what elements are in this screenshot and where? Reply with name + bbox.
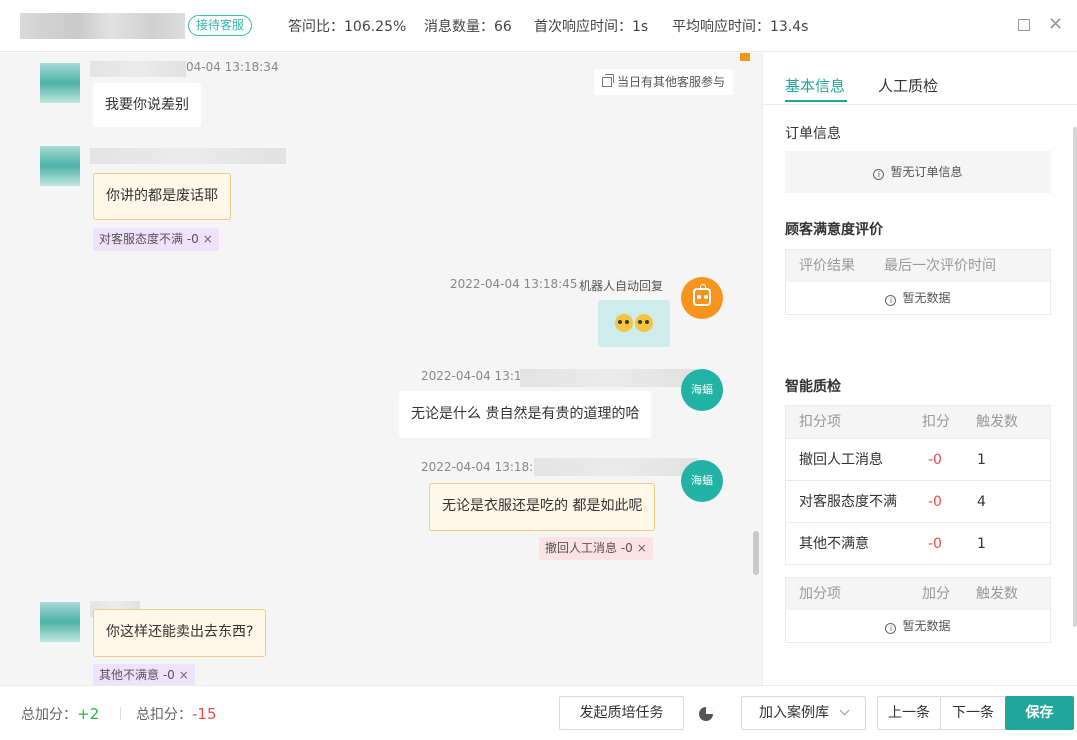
info-icon: i (885, 623, 897, 634)
close-icon[interactable]: ✕ (1048, 14, 1063, 35)
next-button[interactable]: 下一条 (940, 696, 1006, 730)
satisfaction-empty: i 暂无数据 (786, 282, 1050, 314)
copy-icon (602, 74, 614, 87)
answer-ratio: 答问比：106.25% (288, 19, 407, 35)
avg-response-time: 平均响应时间：13.4s (672, 19, 809, 35)
message-bubble: 你这样还能卖出去东西? (93, 609, 267, 657)
sender-label: 机器人自动回复 (579, 279, 664, 293)
customer-avatar (40, 146, 80, 186)
prev-button[interactable]: 上一条 (877, 696, 941, 730)
maximize-icon[interactable] (1018, 19, 1030, 31)
message-count: 消息数量：66 (424, 19, 512, 35)
message-time: 04-04 13:18:34 (186, 60, 279, 74)
other-agents-notice[interactable]: 当日有其他客服参与 (594, 69, 734, 95)
remove-tag-icon[interactable]: × (203, 232, 213, 246)
tab-basic-info[interactable]: 基本信息 (785, 75, 845, 96)
total-deduct: 总扣分：-15 (136, 705, 217, 723)
deduct-table: 扣分项 扣分 触发数 撤回人工消息 -0 1 对客服态度不满 -0 4 其他不满… (785, 405, 1051, 565)
customer-name-redacted (90, 61, 186, 77)
table-row: 其他不满意 -0 1 (786, 522, 1050, 564)
total-add: 总加分：+2 (21, 705, 100, 723)
table-header: 扣分项 扣分 触发数 (786, 406, 1050, 438)
info-icon: i (873, 169, 885, 180)
info-icon: i (885, 295, 897, 306)
table-row: 对客服态度不满 -0 4 (786, 480, 1050, 522)
chat-area: 当日有其他客服参与 04-04 13:18:34 我要你说差别 你讲的都是废话耶… (0, 53, 762, 685)
violation-tag: 其他不满意 -0 × (93, 664, 195, 685)
smart-qc-title: 智能质检 (785, 379, 841, 395)
add-table: 加分项 加分 触发数 i 暂无数据 (785, 577, 1051, 643)
customer-name-redacted (90, 148, 286, 164)
bot-avatar (681, 277, 723, 319)
remove-tag-icon[interactable]: × (179, 668, 189, 682)
divider (763, 104, 1077, 105)
message-bubble: 无论是衣服还是吃的 都是如此呢 (429, 483, 656, 531)
customer-avatar (40, 602, 80, 642)
add-to-case-library-button[interactable]: 加入案例库 (741, 696, 866, 730)
role-tag: 接待客服 (188, 15, 253, 36)
divider (120, 707, 121, 720)
violation-tag: 对客服态度不满 -0 × (93, 228, 219, 251)
order-info-title: 订单信息 (785, 126, 841, 142)
table-row: 撤回人工消息 -0 1 (786, 438, 1050, 480)
chat-scrollbar[interactable] (753, 531, 759, 575)
panel-scrollbar[interactable] (1073, 127, 1077, 627)
agent-avatar: 海蝠 (681, 369, 723, 411)
corner-marker (740, 53, 750, 61)
add-empty: i 暂无数据 (786, 610, 1050, 642)
agent-avatar: 海蝠 (681, 460, 723, 502)
active-tab-indicator (785, 100, 847, 102)
agent-name-redacted (520, 369, 696, 387)
emoji-icon (635, 314, 653, 332)
footer: 总加分：+2 总扣分：-15 发起质培任务 加入案例库 上一条 下一条 保存 (0, 685, 1077, 740)
tab-manual-qc[interactable]: 人工质检 (878, 75, 938, 96)
start-training-button[interactable]: 发起质培任务 (559, 696, 684, 730)
agent-name-redacted (20, 13, 185, 39)
message-time: 2022-04-04 13:18:5 (421, 460, 541, 474)
chevron-down-icon (839, 705, 850, 716)
header: 接待客服 答问比：106.25% 消息数量：66 首次响应时间：1s 平均响应时… (0, 0, 1077, 52)
message-bubble: 无论是什么 贵自然是有贵的道理的哈 (399, 391, 652, 438)
order-empty: i 暂无订单信息 (785, 151, 1051, 193)
message-time: 2022-04-04 13:1 (421, 369, 522, 383)
pie-chart-icon[interactable] (699, 707, 713, 721)
message-bubble: 你讲的都是废话耶 (93, 173, 231, 220)
message-bubble: 我要你说差别 (93, 83, 201, 127)
violation-tag: 撤回人工消息 -0 × (539, 537, 653, 560)
satisfaction-title: 顾客满意度评价 (785, 222, 883, 238)
save-button[interactable]: 保存 (1005, 696, 1074, 730)
robot-icon (693, 284, 711, 306)
message-time: 2022-04-04 13:18:45 (450, 277, 578, 291)
table-header: 评价结果 最后一次评价时间 (786, 250, 1050, 282)
table-header: 加分项 加分 触发数 (786, 578, 1050, 610)
agent-name-redacted (534, 458, 698, 476)
emoji-icon (615, 314, 633, 332)
customer-avatar (40, 63, 80, 103)
satisfaction-table: 评价结果 最后一次评价时间 i 暂无数据 (785, 249, 1051, 315)
remove-tag-icon[interactable]: × (637, 541, 647, 555)
info-panel: 基本信息 人工质检 订单信息 i 暂无订单信息 顾客满意度评价 评价结果 最后一次… (762, 53, 1077, 685)
first-response-time: 首次响应时间：1s (534, 19, 649, 35)
emoji-message (598, 300, 670, 347)
